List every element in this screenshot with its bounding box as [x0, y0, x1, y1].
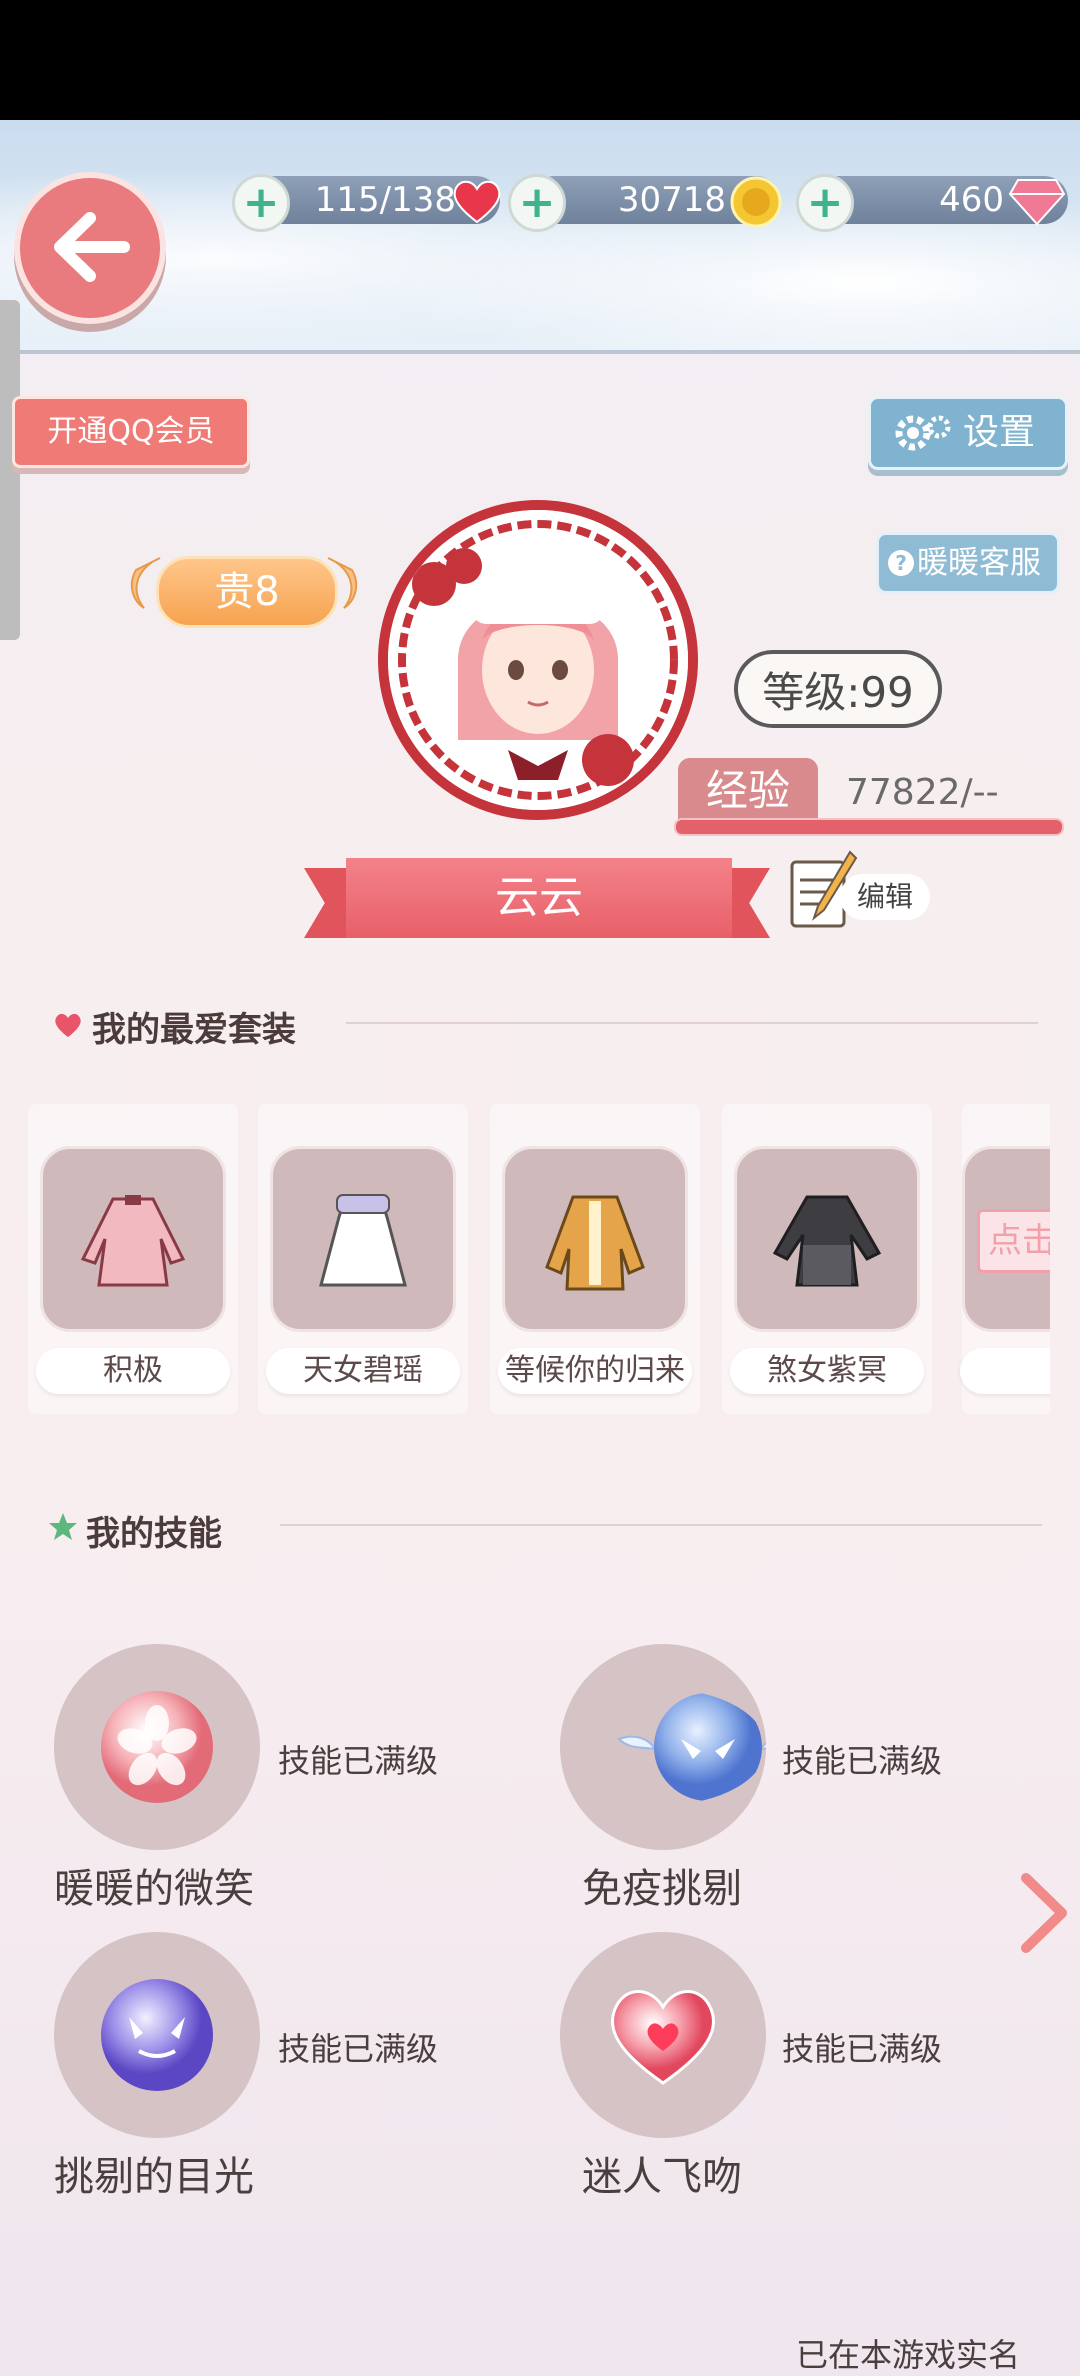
cat-mask-icon	[101, 1979, 213, 2091]
exp-progress-bar	[674, 818, 1064, 836]
skill-name: 免疫挑剔	[582, 1866, 742, 1912]
outfit-name: 天女碧瑶	[266, 1348, 460, 1394]
outfit-thumbnail	[502, 1146, 688, 1332]
coin-icon	[730, 176, 782, 228]
customer-service-button[interactable]: ? 暖暖客服	[876, 532, 1060, 594]
outfit-thumbnail-empty: 点击	[962, 1146, 1050, 1332]
skill-critical-gaze[interactable]	[54, 1932, 260, 2138]
side-drawer-handle[interactable]	[0, 300, 20, 640]
sakura-icon	[101, 1691, 213, 1803]
skill-status: 技能已满级	[782, 2030, 943, 2068]
favorites-divider	[346, 1022, 1038, 1024]
level-badge: 等级:99	[734, 650, 942, 728]
outfit-name: 等候你的归来	[498, 1348, 692, 1394]
outfit-card[interactable]: 等候你的归来	[490, 1104, 700, 1414]
outfit-card[interactable]: 积极	[28, 1104, 238, 1414]
exp-value: 77822/--	[846, 772, 999, 813]
plus-icon: +	[242, 177, 280, 228]
outfit-thumbnail	[40, 1146, 226, 1332]
back-button[interactable]	[14, 172, 166, 324]
settings-button[interactable]: 设置	[868, 396, 1068, 470]
add-stamina-button[interactable]: +	[232, 174, 290, 232]
add-outfit-hint: 点击	[977, 1209, 1050, 1273]
skill-flying-kiss[interactable]	[560, 1932, 766, 2138]
plus-icon: +	[806, 177, 844, 228]
chevron-right-icon[interactable]	[1014, 1868, 1074, 1958]
skill-name: 迷人飞吻	[582, 2154, 742, 2200]
heart-gem-icon	[611, 1990, 715, 2085]
question-icon: ?	[888, 550, 914, 576]
dress-icon	[772, 1195, 882, 1287]
skill-status: 技能已满级	[782, 1742, 943, 1780]
exp-label: 经验	[678, 758, 818, 824]
skill-name: 挑剔的目光	[54, 2154, 254, 2200]
gear-icon	[895, 415, 951, 451]
edit-name-button[interactable]: 编辑	[788, 846, 938, 936]
noble-level: 贵8	[156, 556, 338, 628]
diamond-value: 460	[939, 180, 1004, 220]
add-diamond-button[interactable]: +	[796, 174, 854, 232]
outfit-card[interactable]: 煞女紫冥	[722, 1104, 932, 1414]
skill-name: 暖暖的微笑	[54, 1866, 254, 1912]
settings-label: 设置	[963, 412, 1036, 453]
skill-status: 技能已满级	[278, 2030, 439, 2068]
realname-notice: 已在本游戏实名	[796, 2336, 1021, 2374]
winged-mask-icon	[617, 1693, 766, 1801]
outfit-name: 煞女紫冥	[730, 1348, 924, 1394]
outfit-thumbnail	[734, 1146, 920, 1332]
skill-status: 技能已满级	[278, 1742, 439, 1780]
player-name: 云云	[346, 858, 732, 938]
dress-icon	[80, 1195, 186, 1287]
customer-service-label: 暖暖客服	[917, 545, 1041, 581]
avatar[interactable]	[378, 500, 698, 820]
open-qq-member-button[interactable]: 开通QQ会员	[12, 396, 250, 468]
header-divider	[0, 350, 1080, 354]
coat-icon	[545, 1195, 645, 1291]
dress-icon	[319, 1194, 407, 1287]
skills-divider	[280, 1524, 1042, 1526]
edit-label: 编辑	[840, 874, 930, 920]
svg-text:?: ?	[895, 551, 907, 575]
plus-icon: +	[518, 177, 556, 228]
star-icon	[49, 1513, 77, 1540]
outfit-name-empty	[960, 1348, 1050, 1394]
skills-title: 我的技能	[86, 1514, 222, 1554]
skill-immune[interactable]	[560, 1644, 766, 1850]
diamond-icon	[1008, 179, 1066, 226]
outfit-card-empty[interactable]: 点击	[954, 1104, 1050, 1414]
status-bar	[0, 0, 1080, 120]
skill-smile[interactable]	[54, 1644, 260, 1850]
avatar-portrait	[388, 510, 688, 810]
favorites-title: 我的最爱套装	[92, 1010, 296, 1050]
gold-value: 30718	[617, 180, 726, 220]
heart-icon	[55, 1013, 81, 1037]
back-arrow-icon	[54, 212, 130, 282]
heart-icon	[453, 180, 501, 224]
noble-badge[interactable]: 贵8	[126, 548, 362, 634]
outfit-thumbnail	[270, 1146, 456, 1332]
outfit-name: 积极	[36, 1348, 230, 1394]
add-gold-button[interactable]: +	[508, 174, 566, 232]
outfit-card[interactable]: 天女碧瑶	[258, 1104, 468, 1414]
stamina-value: 115/138	[314, 180, 456, 220]
